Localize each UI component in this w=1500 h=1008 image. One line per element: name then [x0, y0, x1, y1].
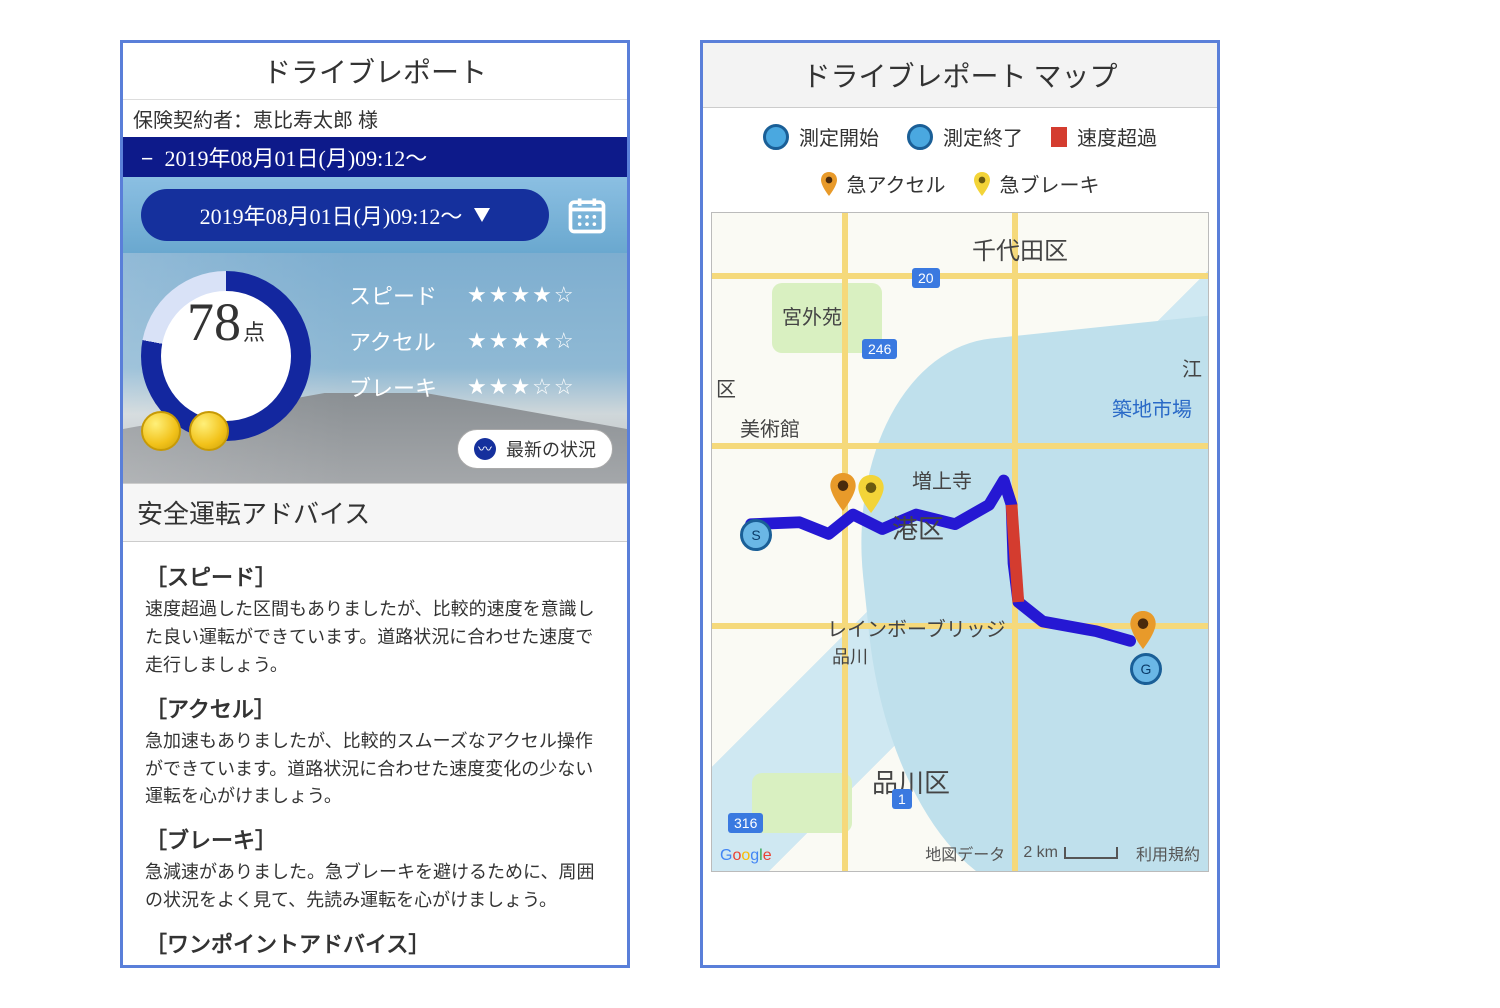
- advice-accel-body: 急加速もありましたが、比較的スムーズなアクセル操作ができています。道路状況に合わ…: [145, 728, 605, 812]
- table-row: ブレーキ★★★☆☆: [335, 365, 590, 409]
- chevron-down-icon: [474, 208, 490, 222]
- metric-label: スピード: [335, 273, 451, 317]
- table-row: アクセル★★★★☆: [335, 319, 590, 363]
- legend-start-label: 測定開始: [799, 122, 879, 151]
- route-map[interactable]: 千代田区 宮外苑 区 美術館 築地市場 増上寺 港区 レインボーブリッジ 品川 …: [711, 212, 1209, 872]
- legend-hard-accel: 急アクセル: [821, 169, 946, 198]
- route-tag: 1: [892, 789, 912, 809]
- pin-hard-accel[interactable]: [1130, 611, 1156, 649]
- chart-line-icon: 〰: [474, 438, 496, 460]
- map-label-minato: 港区: [892, 509, 944, 546]
- map-label-museum: 美術館: [740, 413, 800, 442]
- advice-brake-body: 急減速がありました。急ブレーキを避けるために、周囲の状況をよく見て、先読み運転を…: [145, 859, 605, 915]
- date-dropdown-label: 2019年08月01日(月)09:12～: [200, 199, 463, 231]
- drive-report-panel: ドライブレポート 保険契約者：恵比寿太郎 様 − 2019年08月01日(月)0…: [120, 40, 630, 968]
- latest-status-button[interactable]: 〰 最新の状況: [457, 429, 613, 469]
- legend-start: 測定開始: [763, 122, 879, 151]
- legend-hard-accel-label: 急アクセル: [847, 169, 946, 198]
- start-marker-icon: [763, 124, 789, 150]
- map-label-ku: 区: [716, 373, 736, 402]
- medal-icon: [141, 411, 181, 451]
- pin-hard-brake[interactable]: [858, 475, 884, 513]
- date-dropdown[interactable]: 2019年08月01日(月)09:12～: [141, 189, 549, 241]
- advice-speed-title: ［スピード］: [145, 560, 605, 592]
- date-header-row[interactable]: − 2019年08月01日(月)09:12～: [123, 137, 627, 177]
- legend-overspeed: 速度超過: [1051, 122, 1157, 151]
- map-label-tsukiji: 築地市場: [1112, 393, 1192, 422]
- scale-bar-icon: [1064, 847, 1118, 859]
- date-header-text: 2019年08月01日(月)09:12～: [165, 146, 428, 171]
- pin-orange-icon: [821, 172, 837, 196]
- metric-stars: ★★★★☆: [453, 319, 590, 363]
- route-tag: 246: [862, 339, 897, 359]
- score-hero: 78 点 スピード★★★★☆ アクセル★★★★☆ ブレーキ★★★☆☆ 〰 最新の…: [123, 253, 627, 483]
- metric-stars: ★★★★☆: [453, 273, 590, 317]
- legend-overspeed-label: 速度超過: [1077, 122, 1157, 151]
- pin-yellow-icon: [974, 172, 990, 196]
- map-data-label[interactable]: 地図データ: [925, 841, 1005, 865]
- calendar-icon[interactable]: [565, 193, 609, 237]
- latest-status-label: 最新の状況: [506, 436, 596, 462]
- contract-holder: 保険契約者：恵比寿太郎 様: [123, 100, 627, 137]
- stage: ドライブレポート 保険契約者：恵比寿太郎 様 − 2019年08月01日(月)0…: [0, 0, 1500, 1008]
- map-label-jingu: 宮外苑: [782, 301, 842, 330]
- metrics-table: スピード★★★★☆ アクセル★★★★☆ ブレーキ★★★☆☆: [333, 271, 592, 411]
- map-footer: 地図データ 2 km 利用規約: [925, 841, 1200, 865]
- metric-label: ブレーキ: [335, 365, 451, 409]
- legend-end-label: 測定終了: [943, 122, 1023, 151]
- map-terms-link[interactable]: 利用規約: [1136, 841, 1200, 865]
- drive-report-map-panel: ドライブレポート マップ 測定開始 測定終了 速度超過 急アクセル 急ブレーキ: [700, 40, 1220, 968]
- advice-body: ［スピード］ 速度超過した区間もありましたが、比較的速度を意識した良い運転ができ…: [123, 542, 627, 965]
- map-label-chiyoda: 千代田区: [972, 231, 1068, 266]
- advice-brake-title: ［ブレーキ］: [145, 823, 605, 855]
- score-value: 78: [187, 291, 241, 353]
- report-title: ドライブレポート: [123, 43, 627, 100]
- table-row: スピード★★★★☆: [335, 273, 590, 317]
- route-tag: 20: [912, 268, 940, 288]
- map-label-rainbow: レインボーブリッジ: [827, 613, 1006, 642]
- advice-speed-body: 速度超過した区間もありましたが、比較的速度を意識した良い運転ができています。道路…: [145, 596, 605, 680]
- map-label-zojoji: 増上寺: [912, 465, 972, 494]
- medals: [141, 411, 229, 451]
- map-scale: 2 km: [1023, 844, 1118, 862]
- metric-label: アクセル: [335, 319, 451, 363]
- start-marker[interactable]: S: [740, 519, 772, 551]
- map-attribution: Google: [720, 847, 772, 865]
- map-scale-label: 2 km: [1023, 844, 1058, 862]
- collapse-icon[interactable]: −: [135, 146, 159, 172]
- map-label-shinagawa2: 品川: [832, 643, 868, 669]
- advice-header: 安全運転アドバイス: [123, 483, 627, 542]
- medal-icon: [189, 411, 229, 451]
- score-unit: 点: [243, 315, 265, 347]
- map-label-e: 江: [1182, 353, 1202, 382]
- end-marker-icon: [907, 124, 933, 150]
- overspeed-icon: [1051, 127, 1067, 147]
- legend-hard-brake: 急ブレーキ: [974, 169, 1100, 198]
- pin-hard-accel[interactable]: [830, 473, 856, 511]
- metric-stars: ★★★☆☆: [453, 365, 590, 409]
- advice-accel-title: ［アクセル］: [145, 692, 605, 724]
- legend-hard-brake-label: 急ブレーキ: [1000, 169, 1100, 198]
- map-legend: 測定開始 測定終了 速度超過 急アクセル 急ブレーキ: [703, 108, 1217, 212]
- end-marker[interactable]: G: [1130, 653, 1162, 685]
- map-title: ドライブレポート マップ: [703, 43, 1217, 108]
- legend-end: 測定終了: [907, 122, 1023, 151]
- date-selector-row: 2019年08月01日(月)09:12～: [123, 177, 627, 253]
- route-tag: 316: [728, 813, 763, 833]
- advice-tip-title: ［ワンポイントアドバイス］: [145, 927, 605, 959]
